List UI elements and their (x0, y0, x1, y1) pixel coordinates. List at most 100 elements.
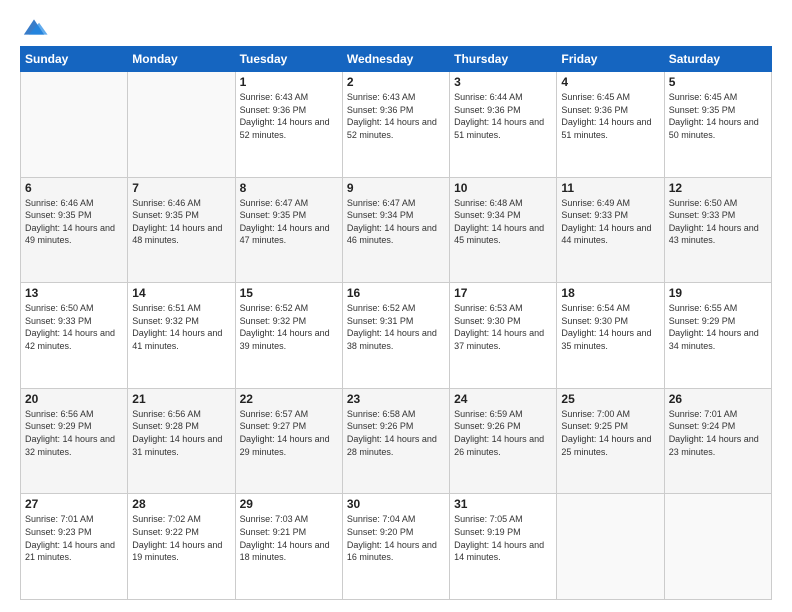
day-info: Sunrise: 6:52 AMSunset: 9:32 PMDaylight:… (240, 303, 330, 351)
day-info: Sunrise: 7:03 AMSunset: 9:21 PMDaylight:… (240, 514, 330, 562)
calendar-header-row: SundayMondayTuesdayWednesdayThursdayFrid… (21, 47, 772, 72)
logo (20, 16, 52, 38)
day-number: 19 (669, 286, 767, 300)
day-info: Sunrise: 6:54 AMSunset: 9:30 PMDaylight:… (561, 303, 651, 351)
calendar-cell: 29 Sunrise: 7:03 AMSunset: 9:21 PMDaylig… (235, 494, 342, 600)
day-info: Sunrise: 6:44 AMSunset: 9:36 PMDaylight:… (454, 92, 544, 140)
day-number: 14 (132, 286, 230, 300)
calendar-cell: 2 Sunrise: 6:43 AMSunset: 9:36 PMDayligh… (342, 72, 449, 178)
calendar-cell: 31 Sunrise: 7:05 AMSunset: 9:19 PMDaylig… (450, 494, 557, 600)
calendar-week-5: 27 Sunrise: 7:01 AMSunset: 9:23 PMDaylig… (21, 494, 772, 600)
day-info: Sunrise: 6:55 AMSunset: 9:29 PMDaylight:… (669, 303, 759, 351)
day-number: 2 (347, 75, 445, 89)
calendar-cell: 19 Sunrise: 6:55 AMSunset: 9:29 PMDaylig… (664, 283, 771, 389)
calendar-cell: 7 Sunrise: 6:46 AMSunset: 9:35 PMDayligh… (128, 177, 235, 283)
calendar-cell: 22 Sunrise: 6:57 AMSunset: 9:27 PMDaylig… (235, 388, 342, 494)
day-number: 13 (25, 286, 123, 300)
day-info: Sunrise: 6:45 AMSunset: 9:35 PMDaylight:… (669, 92, 759, 140)
calendar-week-3: 13 Sunrise: 6:50 AMSunset: 9:33 PMDaylig… (21, 283, 772, 389)
day-number: 29 (240, 497, 338, 511)
day-info: Sunrise: 6:50 AMSunset: 9:33 PMDaylight:… (25, 303, 115, 351)
day-number: 31 (454, 497, 552, 511)
day-info: Sunrise: 6:46 AMSunset: 9:35 PMDaylight:… (132, 198, 222, 246)
day-number: 11 (561, 181, 659, 195)
calendar-header-sunday: Sunday (21, 47, 128, 72)
day-info: Sunrise: 6:45 AMSunset: 9:36 PMDaylight:… (561, 92, 651, 140)
day-info: Sunrise: 6:43 AMSunset: 9:36 PMDaylight:… (347, 92, 437, 140)
day-info: Sunrise: 7:00 AMSunset: 9:25 PMDaylight:… (561, 409, 651, 457)
day-number: 9 (347, 181, 445, 195)
day-info: Sunrise: 6:56 AMSunset: 9:29 PMDaylight:… (25, 409, 115, 457)
day-number: 8 (240, 181, 338, 195)
day-info: Sunrise: 6:46 AMSunset: 9:35 PMDaylight:… (25, 198, 115, 246)
header (20, 16, 772, 38)
day-number: 17 (454, 286, 552, 300)
calendar-cell: 18 Sunrise: 6:54 AMSunset: 9:30 PMDaylig… (557, 283, 664, 389)
calendar-cell: 1 Sunrise: 6:43 AMSunset: 9:36 PMDayligh… (235, 72, 342, 178)
calendar-cell (557, 494, 664, 600)
calendar-cell: 17 Sunrise: 6:53 AMSunset: 9:30 PMDaylig… (450, 283, 557, 389)
calendar-header-thursday: Thursday (450, 47, 557, 72)
calendar-header-tuesday: Tuesday (235, 47, 342, 72)
calendar-header-saturday: Saturday (664, 47, 771, 72)
day-number: 7 (132, 181, 230, 195)
day-info: Sunrise: 6:52 AMSunset: 9:31 PMDaylight:… (347, 303, 437, 351)
page: SundayMondayTuesdayWednesdayThursdayFrid… (0, 0, 792, 612)
calendar-week-1: 1 Sunrise: 6:43 AMSunset: 9:36 PMDayligh… (21, 72, 772, 178)
calendar-cell: 24 Sunrise: 6:59 AMSunset: 9:26 PMDaylig… (450, 388, 557, 494)
calendar-week-4: 20 Sunrise: 6:56 AMSunset: 9:29 PMDaylig… (21, 388, 772, 494)
calendar-cell: 10 Sunrise: 6:48 AMSunset: 9:34 PMDaylig… (450, 177, 557, 283)
day-info: Sunrise: 7:04 AMSunset: 9:20 PMDaylight:… (347, 514, 437, 562)
calendar-cell: 25 Sunrise: 7:00 AMSunset: 9:25 PMDaylig… (557, 388, 664, 494)
day-number: 20 (25, 392, 123, 406)
day-number: 25 (561, 392, 659, 406)
calendar-cell: 3 Sunrise: 6:44 AMSunset: 9:36 PMDayligh… (450, 72, 557, 178)
day-info: Sunrise: 6:59 AMSunset: 9:26 PMDaylight:… (454, 409, 544, 457)
calendar-cell: 21 Sunrise: 6:56 AMSunset: 9:28 PMDaylig… (128, 388, 235, 494)
day-number: 1 (240, 75, 338, 89)
calendar-header-friday: Friday (557, 47, 664, 72)
day-info: Sunrise: 6:49 AMSunset: 9:33 PMDaylight:… (561, 198, 651, 246)
calendar-cell: 16 Sunrise: 6:52 AMSunset: 9:31 PMDaylig… (342, 283, 449, 389)
calendar-cell: 15 Sunrise: 6:52 AMSunset: 9:32 PMDaylig… (235, 283, 342, 389)
day-number: 5 (669, 75, 767, 89)
calendar-cell: 6 Sunrise: 6:46 AMSunset: 9:35 PMDayligh… (21, 177, 128, 283)
day-info: Sunrise: 7:01 AMSunset: 9:24 PMDaylight:… (669, 409, 759, 457)
day-info: Sunrise: 7:02 AMSunset: 9:22 PMDaylight:… (132, 514, 222, 562)
calendar-cell: 13 Sunrise: 6:50 AMSunset: 9:33 PMDaylig… (21, 283, 128, 389)
calendar-cell: 30 Sunrise: 7:04 AMSunset: 9:20 PMDaylig… (342, 494, 449, 600)
calendar-cell: 14 Sunrise: 6:51 AMSunset: 9:32 PMDaylig… (128, 283, 235, 389)
day-number: 18 (561, 286, 659, 300)
calendar-cell: 28 Sunrise: 7:02 AMSunset: 9:22 PMDaylig… (128, 494, 235, 600)
calendar-cell: 23 Sunrise: 6:58 AMSunset: 9:26 PMDaylig… (342, 388, 449, 494)
day-number: 15 (240, 286, 338, 300)
day-number: 12 (669, 181, 767, 195)
calendar-cell: 4 Sunrise: 6:45 AMSunset: 9:36 PMDayligh… (557, 72, 664, 178)
day-info: Sunrise: 7:01 AMSunset: 9:23 PMDaylight:… (25, 514, 115, 562)
calendar-table: SundayMondayTuesdayWednesdayThursdayFrid… (20, 46, 772, 600)
day-info: Sunrise: 6:57 AMSunset: 9:27 PMDaylight:… (240, 409, 330, 457)
day-number: 28 (132, 497, 230, 511)
day-info: Sunrise: 6:58 AMSunset: 9:26 PMDaylight:… (347, 409, 437, 457)
day-number: 21 (132, 392, 230, 406)
day-number: 22 (240, 392, 338, 406)
day-info: Sunrise: 7:05 AMSunset: 9:19 PMDaylight:… (454, 514, 544, 562)
calendar-cell (664, 494, 771, 600)
day-info: Sunrise: 6:50 AMSunset: 9:33 PMDaylight:… (669, 198, 759, 246)
day-info: Sunrise: 6:47 AMSunset: 9:34 PMDaylight:… (347, 198, 437, 246)
calendar-header-monday: Monday (128, 47, 235, 72)
day-number: 30 (347, 497, 445, 511)
day-number: 10 (454, 181, 552, 195)
day-number: 4 (561, 75, 659, 89)
calendar-cell (128, 72, 235, 178)
logo-icon (20, 16, 48, 38)
day-info: Sunrise: 6:51 AMSunset: 9:32 PMDaylight:… (132, 303, 222, 351)
day-info: Sunrise: 6:56 AMSunset: 9:28 PMDaylight:… (132, 409, 222, 457)
day-number: 24 (454, 392, 552, 406)
day-number: 23 (347, 392, 445, 406)
calendar-cell: 11 Sunrise: 6:49 AMSunset: 9:33 PMDaylig… (557, 177, 664, 283)
day-number: 16 (347, 286, 445, 300)
day-info: Sunrise: 6:43 AMSunset: 9:36 PMDaylight:… (240, 92, 330, 140)
calendar-cell: 5 Sunrise: 6:45 AMSunset: 9:35 PMDayligh… (664, 72, 771, 178)
calendar-cell: 9 Sunrise: 6:47 AMSunset: 9:34 PMDayligh… (342, 177, 449, 283)
